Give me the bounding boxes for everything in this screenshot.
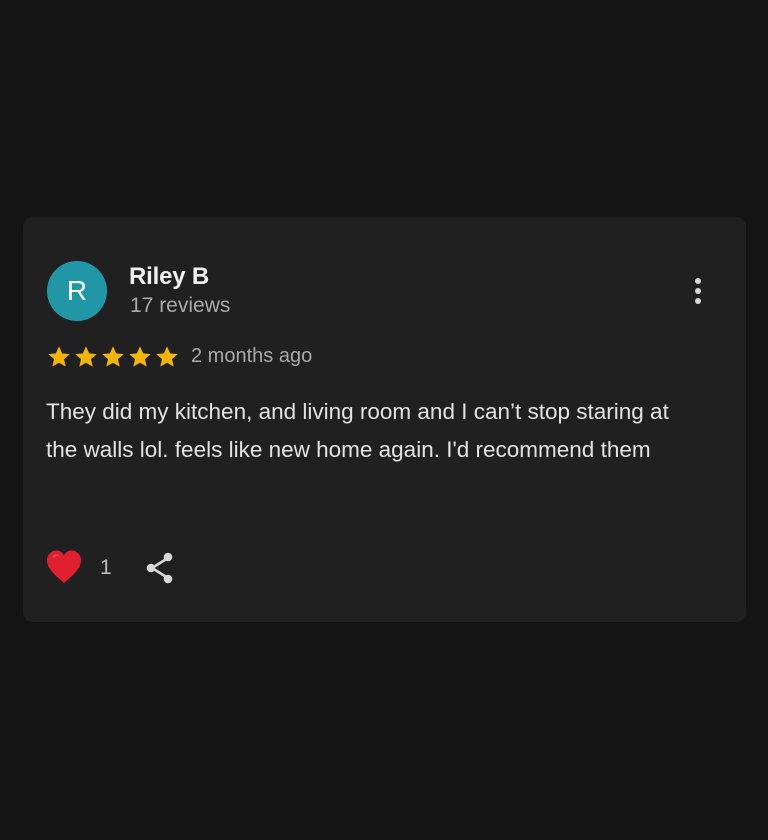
star-icon [48,346,70,367]
author-name[interactable]: Riley B [129,263,209,291]
more-vert-icon [695,278,701,304]
more-options-button[interactable] [683,273,713,309]
star-icon [129,346,151,367]
star-icon [75,346,97,367]
share-button[interactable] [143,550,177,586]
review-date: 2 months ago [191,345,313,367]
like-count: 1 [100,556,112,579]
star-rating [46,344,180,370]
author-review-count: 17 reviews [130,294,231,317]
share-icon [146,552,173,584]
avatar[interactable]: R [47,261,107,321]
avatar-initial: R [66,275,88,306]
review-card: R Riley B 17 reviews 2 months ago They d… [23,217,746,622]
review-text: They did my kitchen, and living room and… [46,399,669,462]
star-icon [156,346,178,367]
star-icon [102,346,124,367]
heart-icon [47,550,81,583]
like-button[interactable] [45,549,83,585]
